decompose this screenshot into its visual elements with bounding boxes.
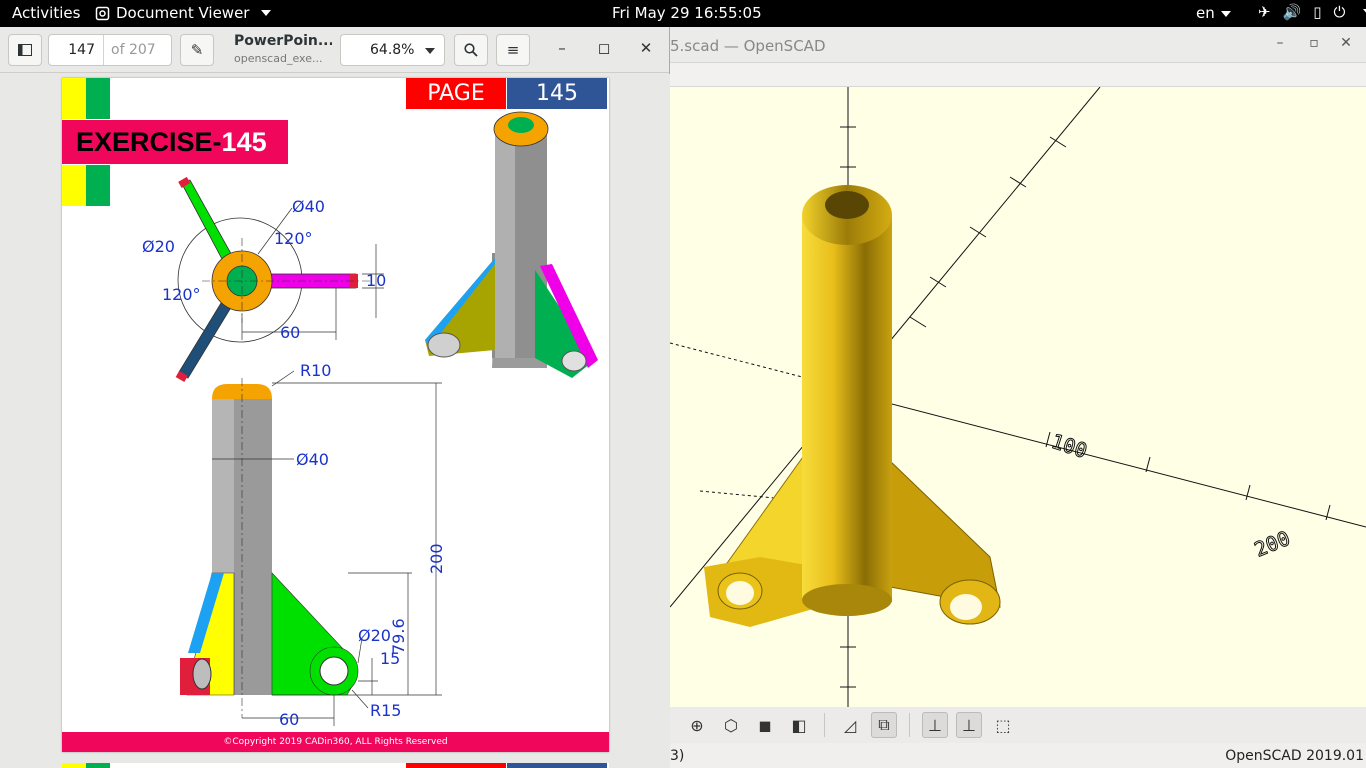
hamburger-icon: ≡ <box>506 41 520 59</box>
system-tray[interactable]: ✈ 🔊 ▯ ⏻ <box>1258 3 1366 21</box>
green-square <box>86 763 110 768</box>
chevron-down-icon <box>1220 10 1231 17</box>
maximize-button[interactable]: ▫ <box>1304 35 1324 51</box>
openscad-statusbar: 3) OpenSCAD 2019.01 <box>670 743 1366 768</box>
toolbar-separator <box>824 713 825 737</box>
dim-d40-top: Ø40 <box>292 197 325 216</box>
annotate-button[interactable]: ✎ <box>180 34 214 66</box>
dim-length-60-top: 60 <box>280 323 300 342</box>
openscad-window-title: 5.scad — OpenSCAD <box>670 37 826 55</box>
document-page: PAGE 145 EXERCISE-145 Ø40 Ø20 120° 120° … <box>62 78 609 752</box>
axis-label-100: 100 <box>1048 429 1090 463</box>
axes-icon[interactable]: ⊥ <box>922 712 948 738</box>
model-render: 100 200 <box>670 87 1366 707</box>
openscad-window: 5.scad — OpenSCAD – ▫ ✕ 100 200 ⊕ ⬡ ◼ ◧ … <box>670 27 1366 768</box>
axis-label-200: 200 <box>1251 526 1293 562</box>
dim-15: 15 <box>380 649 400 668</box>
dim-height-200: 200 <box>427 543 446 574</box>
cylinder-body <box>802 217 892 602</box>
document-filename: openscad_exe... <box>234 52 323 65</box>
dim-angle-120-b: 120° <box>162 285 201 304</box>
dim-d20-top: Ø20 <box>142 237 175 256</box>
page-label-strip <box>406 763 506 768</box>
maximize-button[interactable]: ◻ <box>594 39 614 57</box>
cylinder-bore <box>825 191 869 219</box>
isometric-view <box>425 111 598 378</box>
chevron-down-icon <box>425 48 435 54</box>
dim-d20-front: Ø20 <box>358 626 391 645</box>
page-number-strip <box>507 763 607 768</box>
edges-icon[interactable]: ⬚ <box>990 712 1016 738</box>
status-left: 3) <box>670 748 685 764</box>
dim-r15: R15 <box>370 701 401 720</box>
top-bar: Activities Document Viewer Fri May 29 16… <box>0 0 1366 27</box>
next-page-preview <box>62 763 609 768</box>
document-title: PowerPoin... <box>234 33 332 49</box>
page-number-field[interactable]: 147 of 207 <box>48 34 172 66</box>
language-indicator[interactable]: en <box>1196 4 1231 22</box>
minimize-button[interactable]: – <box>552 39 572 57</box>
view-top-icon[interactable]: ⬡ <box>718 712 744 738</box>
search-button[interactable] <box>454 34 488 66</box>
document-viewer-window: 147 of 207 ✎ PowerPoin... openscad_exe..… <box>0 27 670 768</box>
app-menu[interactable]: Document Viewer <box>95 4 272 22</box>
dim-r10: R10 <box>300 361 331 380</box>
search-icon <box>464 43 478 57</box>
document-viewer-icon <box>95 6 110 20</box>
language-label: en <box>1196 4 1215 22</box>
3d-viewport[interactable]: 100 200 <box>670 87 1366 707</box>
minimize-button[interactable]: – <box>1270 35 1290 51</box>
scale-markers-icon[interactable]: ⊥ <box>956 712 982 738</box>
chevron-down-icon <box>261 10 272 16</box>
view-back-icon[interactable]: ◧ <box>786 712 812 738</box>
pencil-icon: ✎ <box>190 41 204 59</box>
document-view[interactable]: PAGE 145 EXERCISE-145 Ø40 Ø20 120° 120° … <box>0 74 670 768</box>
zoom-select[interactable]: 64.8% <box>340 34 445 66</box>
cylinder-bottom <box>802 584 892 616</box>
copyright-footer: ©Copyright 2019 CADin360, ALL Rights Res… <box>62 732 609 752</box>
power-icon: ⏻ <box>1333 3 1346 21</box>
view-front-icon[interactable]: ◼ <box>752 712 778 738</box>
dim-angle-120-a: 120° <box>274 229 313 248</box>
close-button[interactable]: ✕ <box>1336 35 1356 51</box>
view-toolbar: ⊕ ⬡ ◼ ◧ ◿ ⧉ ⊥ ⊥ ⬚ <box>670 707 1366 743</box>
toolbar-separator <box>909 713 910 737</box>
top-view: Ø40 Ø20 120° 120° 10 60 <box>142 176 386 382</box>
dim-width-10: 10 <box>366 271 386 290</box>
openscad-titlebar[interactable]: 5.scad — OpenSCAD – ▫ ✕ <box>670 27 1366 63</box>
zoom-value: 64.8% <box>370 42 415 58</box>
front-view: R10 Ø40 200 79.6 Ø20 15 R15 60 <box>180 361 446 728</box>
perspective-icon[interactable]: ◿ <box>837 712 863 738</box>
orthogonal-icon[interactable]: ⧉ <box>871 712 897 738</box>
main-menu-button[interactable]: ≡ <box>496 34 530 66</box>
document-title-block: PowerPoin... openscad_exe... <box>234 33 332 65</box>
fin-left-hole <box>726 581 754 605</box>
openscad-menubar[interactable] <box>670 63 1366 87</box>
total-pages-label: of 207 <box>111 42 156 58</box>
close-button[interactable]: ✕ <box>636 39 656 57</box>
clock[interactable]: Fri May 29 16:55:05 <box>612 4 762 22</box>
status-version: OpenSCAD 2019.01 <box>1225 748 1364 764</box>
technical-drawing: Ø40 Ø20 120° 120° 10 60 R10 Ø40 200 79.6… <box>142 111 598 728</box>
dim-length-60-front: 60 <box>279 710 299 728</box>
volume-icon: 🔊 <box>1282 3 1302 21</box>
view-right-icon[interactable]: ⊕ <box>684 712 710 738</box>
tick-marks <box>840 126 1331 688</box>
sidebar-toggle-button[interactable] <box>8 34 42 66</box>
airplane-icon: ✈ <box>1258 3 1271 21</box>
app-menu-label: Document Viewer <box>116 4 250 22</box>
current-page-input[interactable]: 147 <box>49 35 104 65</box>
yellow-square <box>62 763 86 768</box>
activities-button[interactable]: Activities <box>12 4 80 22</box>
sidebar-icon <box>18 44 32 56</box>
battery-icon: ▯ <box>1313 3 1322 21</box>
dim-d40-front: Ø40 <box>296 450 329 469</box>
fin-right-hole <box>950 594 982 620</box>
docviewer-headerbar[interactable]: 147 of 207 ✎ PowerPoin... openscad_exe..… <box>0 27 669 73</box>
